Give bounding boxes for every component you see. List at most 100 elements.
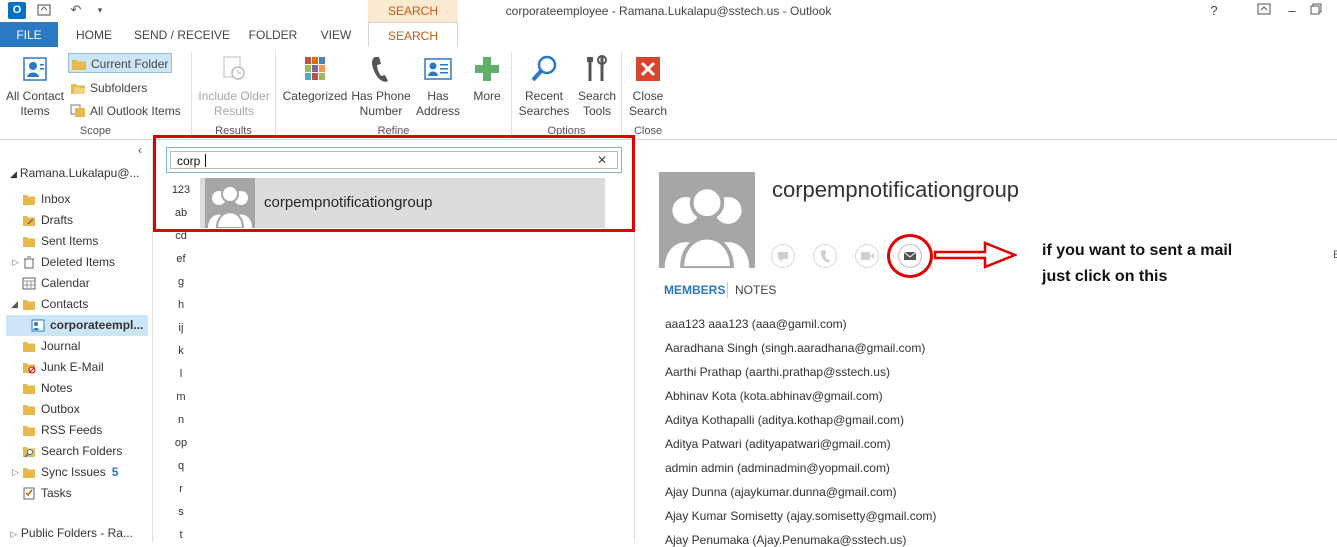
close-search-icon — [636, 57, 660, 81]
has-address-button[interactable]: Has Address — [412, 53, 464, 119]
folder-label: RSS Feeds — [41, 423, 103, 437]
all-outlook-items-button[interactable]: All Outlook Items — [68, 101, 181, 121]
account-header[interactable]: ◢ Ramana.Lukalapu@... — [10, 166, 140, 180]
rss-folder-icon — [23, 426, 35, 436]
member-item[interactable]: admin admin (adminadmin@yopmail.com) — [665, 461, 890, 475]
call-button[interactable] — [813, 244, 837, 268]
alpha-index-item[interactable]: ef — [163, 253, 199, 265]
expand-arrow-icon[interactable]: ▷ — [12, 252, 19, 273]
annotation-text: if you want to sent a mail just click on… — [1042, 238, 1232, 290]
alpha-index-item[interactable]: op — [163, 437, 199, 449]
alpha-index-item[interactable]: q — [163, 460, 199, 472]
folder-deleted-items[interactable]: ▷ Deleted Items — [0, 252, 152, 273]
alpha-index-item[interactable]: r — [163, 483, 199, 495]
folder-search-folders[interactable]: Search Folders — [0, 441, 152, 462]
alpha-index-item[interactable]: g — [163, 276, 199, 288]
tab-members[interactable]: MEMBERS — [664, 283, 725, 297]
tab-folder[interactable]: FOLDER — [242, 22, 304, 48]
all-contact-items-button[interactable]: All Contact Items — [4, 53, 66, 119]
folder-rss-feeds[interactable]: RSS Feeds — [0, 420, 152, 441]
folder-label-wrap: Sync Issues 5 — [41, 462, 118, 483]
has-phone-number-button[interactable]: Has Phone Number — [350, 53, 412, 119]
window-title: corporateemployee - Ramana.Lukalapu@sste… — [505, 4, 832, 18]
alpha-index-item[interactable]: k — [163, 345, 199, 357]
tab-file[interactable]: FILE — [0, 22, 58, 48]
expand-arrow-icon[interactable]: ▷ — [12, 462, 19, 483]
folder-corporateemployee[interactable]: corporateempl... — [6, 315, 148, 336]
contact-list-pane: corp ✕ 123 ab cd ef g h ij k l m n op q … — [153, 135, 635, 542]
close-search-button[interactable]: Close Search — [624, 53, 672, 119]
folder-tasks[interactable]: Tasks — [0, 483, 152, 504]
include-older-results-button[interactable]: Include Older Results — [196, 53, 272, 119]
folder-label: Search Folders — [41, 444, 123, 458]
include-older-results-label: Include Older Results — [198, 89, 270, 118]
contact-card-icon — [23, 57, 47, 81]
chat-icon — [778, 252, 788, 262]
folder-inbox[interactable]: Inbox — [0, 189, 152, 210]
search-tools-label: Search Tools — [577, 89, 617, 118]
member-item[interactable]: Aditya Kothapalli (aditya.kothap@gmail.c… — [665, 413, 904, 427]
folder-outbox[interactable]: Outbox — [0, 399, 152, 420]
folder-label: Calendar — [41, 276, 90, 290]
member-item[interactable]: Ajay Dunna (ajaykumar.dunna@gmail.com) — [665, 485, 897, 499]
alpha-index-item[interactable]: n — [163, 414, 199, 426]
all-contact-items-label: All Contact Items — [5, 89, 65, 118]
subfolders-label: Subfolders — [90, 81, 148, 95]
alpha-index-item[interactable]: h — [163, 299, 199, 311]
folder-notes[interactable]: Notes — [0, 378, 152, 399]
tab-search[interactable]: SEARCH — [368, 22, 458, 48]
folder-sync-issues[interactable]: ▷ Sync Issues 5 — [0, 462, 152, 483]
unread-count: 5 — [111, 465, 119, 479]
public-folders-header[interactable]: ▷ Public Folders - Ra... — [10, 526, 133, 540]
account-name: Ramana.Lukalapu@... — [19, 166, 140, 180]
member-item[interactable]: Ajay Kumar Somisetty (ajay.somisetty@gma… — [665, 509, 936, 523]
alpha-index-item[interactable]: t — [163, 529, 199, 541]
alpha-index-item[interactable]: m — [163, 391, 199, 403]
folder-journal[interactable]: Journal — [0, 336, 152, 357]
recent-searches-button[interactable]: Recent Searches — [514, 53, 574, 119]
contact-name-heading: corpempnotificationgroup — [772, 177, 1020, 202]
all-items-icon — [70, 104, 85, 117]
categorized-button[interactable]: Categorized — [280, 53, 350, 104]
current-folder-button[interactable]: Current Folder — [68, 53, 172, 73]
tab-notes[interactable]: NOTES — [735, 283, 776, 297]
alpha-index-item[interactable]: ij — [163, 322, 199, 334]
folder-junk-email[interactable]: Junk E-Mail — [0, 357, 152, 378]
ribbon-display-options-icon[interactable] — [1256, 3, 1272, 19]
clipped-edge-text: E — [1333, 249, 1337, 261]
folder-label: Sync Issues — [41, 465, 106, 479]
member-item[interactable]: Aaradhana Singh (singh.aaradhana@gmail.c… — [665, 341, 925, 355]
restore-icon[interactable] — [1308, 3, 1324, 19]
tab-send-receive[interactable]: SEND / RECEIVE — [130, 22, 234, 48]
help-button[interactable]: ? — [1206, 3, 1222, 19]
search-folder-icon — [23, 447, 35, 458]
alpha-index-item[interactable]: l — [163, 368, 199, 380]
collapse-pane-icon[interactable]: ‹ — [138, 143, 142, 157]
tab-home[interactable]: HOME — [66, 22, 122, 48]
subfolders-button[interactable]: Subfolders — [68, 78, 147, 98]
video-call-button[interactable] — [855, 244, 879, 268]
member-item[interactable]: Ajay Penumaka (Ajay.Penumaka@sstech.us) — [665, 533, 906, 547]
group-photo — [659, 172, 755, 268]
minimize-icon[interactable]: – — [1284, 3, 1300, 19]
member-item[interactable]: Aarthi Prathap (aarthi.prathap@sstech.us… — [665, 365, 890, 379]
tab-view[interactable]: VIEW — [312, 22, 360, 48]
folder-calendar[interactable]: Calendar — [0, 273, 152, 294]
more-button[interactable]: More — [464, 53, 510, 104]
folder-sent-items[interactable]: Sent Items — [0, 231, 152, 252]
folder-label: Tasks — [41, 486, 72, 500]
collapse-arrow-icon[interactable]: ◢ — [11, 294, 18, 315]
alpha-index-item[interactable]: s — [163, 506, 199, 518]
address-card-icon — [424, 58, 452, 80]
folder-drafts[interactable]: Drafts — [0, 210, 152, 231]
member-item[interactable]: aaa123 aaa123 (aaa@gamil.com) — [665, 317, 847, 331]
folder-label: Inbox — [41, 192, 71, 206]
member-item[interactable]: Aditya Patwari (adityapatwari@gmail.com) — [665, 437, 891, 451]
im-button[interactable] — [771, 244, 795, 268]
expand-account-icon[interactable]: ◢ — [10, 169, 17, 179]
expand-arrow-icon[interactable]: ▷ — [10, 529, 17, 539]
folder-label: Contacts — [41, 297, 89, 311]
search-tools-button[interactable]: Search Tools — [574, 53, 620, 119]
folder-contacts[interactable]: ◢ Contacts — [0, 294, 152, 315]
member-item[interactable]: Abhinav Kota (kota.abhinav@gmail.com) — [665, 389, 883, 403]
